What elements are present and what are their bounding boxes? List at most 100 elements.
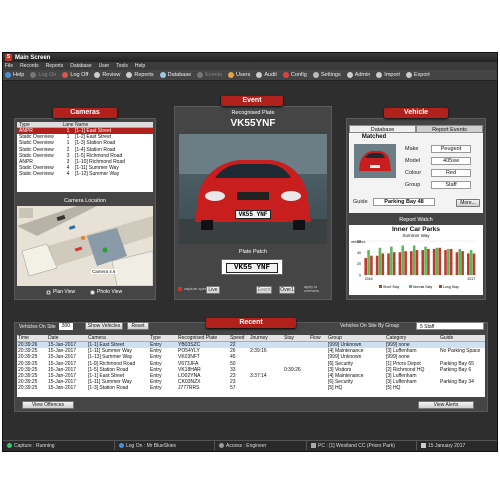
chart-bar bbox=[467, 253, 470, 275]
report-watch-label: Report Watch bbox=[399, 217, 433, 223]
live-button[interactable]: Live bbox=[206, 286, 220, 294]
chart-y-tick: 20 bbox=[357, 262, 361, 266]
toolbar-review-button[interactable]: Review bbox=[94, 72, 120, 78]
map-drawing bbox=[17, 206, 153, 286]
by-group-label: Vehicles On Site By Group bbox=[340, 323, 400, 329]
by-group-select[interactable]: 5 Staff bbox=[416, 322, 484, 330]
photo-view-radio-dot bbox=[90, 289, 95, 295]
event-photo[interactable]: VK55 YNF bbox=[179, 134, 327, 244]
status-access-text: Access : Engineer bbox=[226, 442, 267, 449]
status-bar: Capture : Running Log On : Mr BlueSkies … bbox=[3, 440, 497, 450]
col-type[interactable]: Type bbox=[17, 122, 61, 127]
tab-report-events[interactable]: Report Events bbox=[416, 125, 483, 133]
guide-label: Guide bbox=[353, 199, 368, 205]
toolbar-label: Settings bbox=[320, 72, 341, 78]
recent-cell: [1-3] Station Road bbox=[88, 385, 129, 392]
grid-col-header[interactable]: Journey bbox=[249, 335, 283, 341]
toolbar-config-button[interactable]: Config bbox=[282, 72, 307, 78]
menu-database[interactable]: Database bbox=[70, 63, 91, 69]
grid-col-header[interactable]: Stay bbox=[283, 335, 309, 341]
toolbar-admin-button[interactable]: Admin bbox=[346, 72, 370, 78]
chart-bar bbox=[458, 248, 462, 275]
toolbar-log-off-button[interactable]: Log Off bbox=[62, 72, 88, 78]
col-name[interactable]: Name bbox=[75, 122, 153, 127]
menu-reports[interactable]: Reports bbox=[46, 63, 64, 69]
chart-y-tick: 40 bbox=[357, 251, 361, 255]
chart-bar bbox=[447, 248, 450, 275]
photo-view-radio[interactable]: Photo View bbox=[90, 289, 122, 295]
toolbar: Help Log On Log Off Review Reports Database Ev… bbox=[3, 70, 497, 81]
events-icon bbox=[197, 72, 204, 78]
status-date-text: 15 January 2017 bbox=[428, 442, 466, 449]
plan-view-radio[interactable]: Plan View bbox=[46, 289, 75, 295]
vehicles-on-site: Vehicles On Site 300 bbox=[19, 323, 74, 330]
toolbar-help-button[interactable]: Help bbox=[5, 72, 24, 78]
grid-col-header[interactable]: Date bbox=[47, 335, 87, 341]
toolbar-users-button[interactable]: Users bbox=[228, 72, 250, 78]
chart-bar bbox=[378, 247, 382, 275]
view-offences-button[interactable]: View Offences bbox=[22, 401, 74, 409]
menu-user[interactable]: User bbox=[99, 63, 110, 69]
plate-patch-text: VK55 YNF bbox=[226, 263, 278, 273]
photo-view-label: Photo View bbox=[97, 289, 123, 295]
grid-col-header[interactable]: Group bbox=[327, 335, 385, 341]
group-label: Group bbox=[405, 182, 421, 188]
legend-swatch bbox=[439, 285, 442, 288]
toolbar-label: Audit bbox=[264, 72, 277, 78]
by-group-value: 5 Staff bbox=[420, 324, 435, 330]
event-button[interactable]: Event bbox=[256, 286, 272, 294]
toolbar-export-button[interactable]: Export bbox=[405, 72, 430, 78]
toolbar-label: Database bbox=[167, 72, 192, 78]
camera-row[interactable]: Static Overview 4 [1-12] Summer Way bbox=[17, 171, 153, 177]
menu-help[interactable]: Help bbox=[135, 63, 145, 69]
recent-grid-header: Time Date Camera Type Recognised Plate Speed J… bbox=[17, 335, 485, 342]
recent-cell: [5] HQ bbox=[328, 385, 343, 392]
chart-x-tick: 2017 bbox=[467, 277, 475, 281]
match-status: Matched bbox=[361, 134, 387, 140]
grid-col-header[interactable]: Recognised Plate bbox=[177, 335, 229, 341]
toolbar-log-on-button[interactable]: Log On bbox=[30, 72, 56, 78]
menu-records[interactable]: Records bbox=[20, 63, 39, 69]
grid-col-header[interactable]: Speed bbox=[229, 335, 249, 341]
toolbar-events-button[interactable]: Events bbox=[197, 72, 222, 78]
chart-bar bbox=[438, 247, 442, 275]
admin-icon bbox=[346, 72, 353, 78]
plate-patch-label: Plate Patch bbox=[238, 249, 268, 255]
toolbar-reports-button[interactable]: Reports bbox=[126, 72, 154, 78]
grid-col-header[interactable]: Camera bbox=[87, 335, 149, 341]
grid-col-header[interactable]: Category bbox=[385, 335, 439, 341]
menu-tools[interactable]: Tools bbox=[116, 63, 128, 69]
chart-bar bbox=[455, 252, 459, 275]
toolbar-database-button[interactable]: Database bbox=[159, 72, 192, 78]
chart-bar bbox=[381, 253, 385, 275]
toolbar-import-button[interactable]: Import bbox=[376, 72, 400, 78]
vehicle-thumbnail-drawing bbox=[354, 144, 396, 178]
grid-col-header[interactable]: Type bbox=[149, 335, 177, 341]
menu-file[interactable]: File bbox=[5, 63, 13, 69]
toolbar-settings-button[interactable]: Settings bbox=[312, 72, 341, 78]
vehicle-details: Matched Make Peugeot Model 405sw Colour … bbox=[349, 133, 483, 213]
view-alerts-button[interactable]: View Alerts bbox=[418, 401, 474, 409]
recent-row[interactable]: 20:39:25 15-Jan-2017 [1-3] Station Road Ent… bbox=[17, 385, 485, 391]
camera-location-map[interactable]: Camera 4.6 bbox=[17, 206, 153, 286]
reset-button[interactable]: Reset bbox=[127, 322, 149, 330]
log-off-icon bbox=[62, 72, 69, 78]
col-lane[interactable]: Lane bbox=[61, 122, 75, 128]
more-button[interactable]: More... bbox=[456, 199, 480, 207]
status-access: Access : Engineer bbox=[215, 441, 307, 450]
tab-database[interactable]: Database bbox=[349, 125, 416, 133]
grid-col-header[interactable]: Guide bbox=[439, 335, 485, 341]
grid-col-header[interactable]: Time bbox=[17, 335, 47, 341]
over-button[interactable]: Over1 bbox=[279, 286, 295, 294]
grid-col-header[interactable]: Flow bbox=[309, 335, 327, 341]
toolbar-audit-button[interactable]: Audit bbox=[256, 72, 277, 78]
legend-label: Normal Stay bbox=[413, 285, 433, 289]
toolbar-label: Log On bbox=[38, 72, 57, 78]
legend-label: Short Stay bbox=[383, 285, 400, 289]
import-icon bbox=[376, 72, 383, 78]
capture-status-icon bbox=[7, 443, 12, 448]
menu-bar: File Records Reports Database User Tools… bbox=[3, 62, 497, 70]
make-value: Peugeot bbox=[431, 145, 471, 153]
show-vehicles-button[interactable]: Show Vehicles bbox=[85, 322, 123, 330]
event-title: Event bbox=[221, 96, 283, 106]
